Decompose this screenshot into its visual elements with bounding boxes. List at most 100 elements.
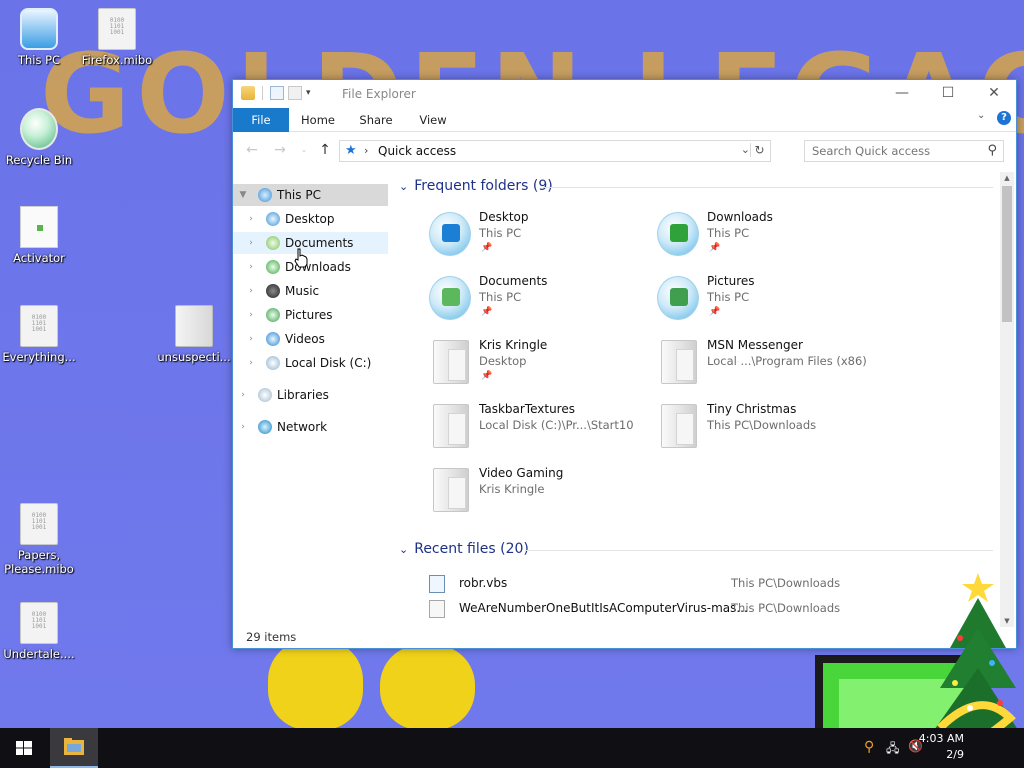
collapse-chevron-icon: ⌄ [399, 179, 409, 193]
recent-locations-button[interactable]: ⌄ [295, 141, 313, 159]
search-input[interactable] [805, 141, 975, 161]
folder-icon [433, 340, 469, 384]
address-row: ← → ⌄ ↑ ★ › Quick access ⌄ ↻ ⚲ [233, 135, 1016, 165]
title-bar[interactable]: ▾ File Explorer — ☐ ✕ [233, 80, 1016, 108]
file-path: This PC\Downloads [731, 601, 841, 615]
nav-label: Desktop [285, 212, 335, 226]
search-box[interactable]: ⚲ [804, 140, 1004, 162]
file-name: robr.vbs [459, 576, 508, 590]
folder-tile-kris-kringle[interactable]: Kris Kringle Desktop 📌 [429, 338, 649, 398]
folder-tile-desktop[interactable]: Desktop This PC 📌 [429, 210, 649, 270]
start-button[interactable] [0, 728, 48, 768]
nav-item-desktop[interactable]: › Desktop [233, 208, 388, 230]
desktop-icon-label: This PC [17, 53, 61, 67]
nav-item-music[interactable]: › Music [233, 280, 388, 302]
breadcrumb[interactable]: Quick access [378, 144, 456, 158]
nav-item-network[interactable]: › Network [233, 416, 388, 438]
nav-item-videos[interactable]: › Videos [233, 328, 388, 350]
desktop-icon-label: Everything... [2, 350, 76, 364]
nav-item-downloads[interactable]: › Downloads [233, 256, 388, 278]
scroll-up-arrow-icon[interactable]: ▲ [1000, 174, 1014, 182]
expand-arrow-icon[interactable]: › [245, 280, 257, 302]
tab-share[interactable]: Share [351, 108, 401, 132]
nav-label: Videos [285, 332, 325, 346]
scrollbar-thumb[interactable] [1002, 186, 1012, 322]
folder-icon [175, 305, 213, 347]
maximize-button[interactable]: ☐ [925, 80, 971, 108]
binary-file-icon: 0100 1101 1001 [20, 305, 58, 347]
pin-icon: 📌 [709, 243, 721, 253]
recycle-bin-icon [20, 108, 58, 150]
windows-logo-icon [16, 741, 32, 755]
properties-icon[interactable] [270, 86, 284, 100]
file-explorer-icon [64, 738, 84, 755]
folder-tile-documents[interactable]: Documents This PC 📌 [429, 274, 649, 334]
folder-icon [661, 404, 697, 448]
back-button[interactable]: ← [243, 141, 261, 159]
refresh-button[interactable]: ↻ [750, 143, 768, 157]
expand-arrow-icon[interactable]: › [245, 256, 257, 278]
expand-arrow-icon[interactable]: › [237, 384, 249, 406]
nav-label: This PC [277, 188, 321, 202]
folder-tile-pictures[interactable]: Pictures This PC 📌 [657, 274, 877, 334]
tab-home[interactable]: Home [293, 108, 343, 132]
new-folder-icon[interactable] [288, 86, 302, 100]
desktop-icon-activator[interactable]: Activator [0, 206, 78, 265]
expand-arrow-icon[interactable]: › [245, 232, 257, 254]
folder-tile-msn-messenger[interactable]: MSN Messenger Local ...\Program Files (x… [657, 338, 877, 398]
desktop-icon-recycle-bin[interactable]: Recycle Bin [0, 108, 78, 167]
tab-view[interactable]: View [408, 108, 458, 132]
desktop-icon-this-pc[interactable]: This PC [0, 8, 78, 67]
frequent-folders-header[interactable]: ⌄ Frequent folders (9) [399, 178, 553, 194]
expand-arrow-icon[interactable]: › [245, 352, 257, 374]
application-icon [20, 206, 58, 248]
folder-tile-taskbar-textures[interactable]: TaskbarTextures Local Disk (C:)\Pr...\St… [429, 402, 649, 462]
minimize-button[interactable]: — [879, 80, 925, 108]
help-icon[interactable]: ? [997, 111, 1011, 125]
recent-file-row[interactable]: WeAreNumberOneButItIsAComputerVirus-mas.… [399, 598, 999, 620]
expand-arrow-icon[interactable]: › [245, 304, 257, 326]
clock[interactable]: 4:03 AM 2/9 [919, 731, 964, 763]
desktop-icon-label: Firefox.mibo [81, 53, 153, 67]
tile-name: Video Gaming [479, 466, 564, 480]
folder-tile-tiny-christmas[interactable]: Tiny Christmas This PC\Downloads [657, 402, 877, 462]
folder-tile-downloads[interactable]: Downloads This PC 📌 [657, 210, 877, 270]
collapse-arrow-icon[interactable]: ▼ [237, 184, 249, 206]
close-button[interactable]: ✕ [971, 80, 1016, 108]
address-dropdown-icon[interactable]: ⌄ [741, 143, 750, 156]
folder-tile-video-gaming[interactable]: Video Gaming Kris Kringle [429, 466, 649, 526]
search-icon[interactable]: ⚲ [864, 739, 874, 755]
recent-files-header[interactable]: ⌄ Recent files (20) [399, 541, 529, 557]
section-divider [525, 550, 993, 551]
desktop-icon-papers-please[interactable]: 0100 1101 1001 Papers, Please.mibo [0, 503, 78, 576]
tab-file[interactable]: File [233, 108, 289, 132]
nav-item-libraries[interactable]: › Libraries [233, 384, 388, 406]
taskbar-file-explorer[interactable] [50, 728, 98, 768]
up-button[interactable]: ↑ [316, 141, 334, 159]
desktop-icon-unsuspecting[interactable]: unsuspecti... [155, 305, 233, 364]
music-icon [266, 284, 280, 298]
nav-item-local-disk[interactable]: › Local Disk (C:) [233, 352, 388, 374]
tile-name: Downloads [707, 210, 773, 224]
expand-arrow-icon[interactable]: › [245, 328, 257, 350]
nav-item-documents[interactable]: › Documents [233, 232, 388, 254]
breadcrumb-separator-icon[interactable]: › [364, 144, 368, 157]
expand-arrow-icon[interactable]: › [237, 416, 249, 438]
expand-ribbon-icon[interactable]: ⌄ [977, 110, 985, 121]
recent-file-row[interactable]: robr.vbs This PC\Downloads [399, 573, 999, 595]
file-explorer-icon [241, 86, 255, 100]
hand-cursor-icon [294, 248, 308, 268]
address-bar[interactable]: ★ › Quick access ⌄ ↻ [339, 140, 771, 162]
network-tray-icon[interactable]: 🖧 [886, 739, 899, 760]
vertical-scrollbar[interactable]: ▲ ▼ [1000, 172, 1014, 627]
expand-arrow-icon[interactable]: › [245, 208, 257, 230]
nav-item-this-pc[interactable]: ▼ This PC [233, 184, 388, 206]
file-explorer-window[interactable]: ▾ File Explorer — ☐ ✕ File Home Share Vi… [232, 79, 1017, 649]
customize-toolbar-icon[interactable]: ▾ [306, 88, 311, 98]
section-title: Frequent folders (9) [414, 178, 553, 194]
forward-button[interactable]: → [271, 141, 289, 159]
desktop-icon-firefox-mibo[interactable]: 0100 1101 1001 Firefox.mibo [78, 8, 156, 67]
desktop-icon-everything[interactable]: 0100 1101 1001 Everything... [0, 305, 78, 364]
nav-item-pictures[interactable]: › Pictures [233, 304, 388, 326]
desktop-icon-undertale[interactable]: 0100 1101 1001 Undertale.... [0, 602, 78, 661]
